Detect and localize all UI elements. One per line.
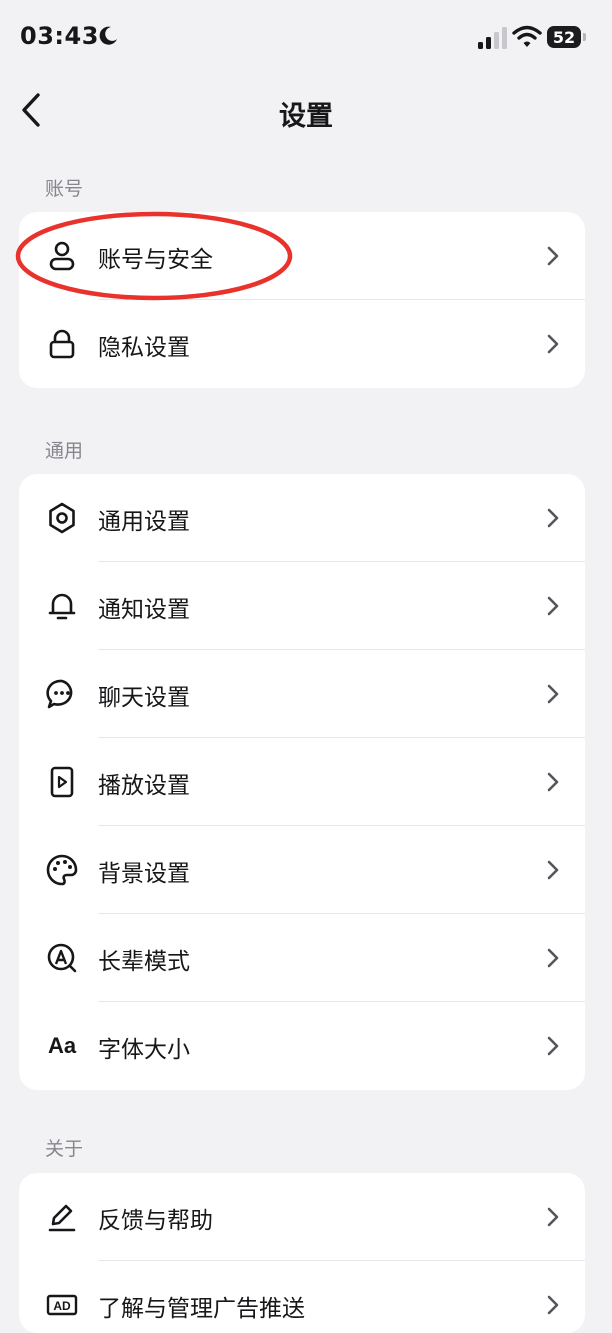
settings-item-label: 背景设置 — [98, 861, 190, 887]
section-header-general: 通用 — [45, 440, 84, 462]
wifi-icon — [512, 25, 542, 47]
about-card: 反馈与帮助 AD 了解与管理广告推送 — [19, 1173, 585, 1333]
settings-item-label: 通知设置 — [98, 597, 190, 623]
chevron-right-icon — [547, 596, 559, 616]
ad-icon: AD — [46, 1294, 78, 1316]
ad-icon-text: AD — [53, 1299, 71, 1313]
settings-item-label: 通用设置 — [98, 509, 190, 535]
battery-level: 52 — [547, 26, 581, 48]
person-icon — [49, 241, 75, 271]
page-title: 设置 — [279, 101, 333, 132]
chevron-right-icon — [547, 684, 559, 704]
settings-item-feedback[interactable]: 反馈与帮助 — [19, 1173, 585, 1261]
settings-item-elder-mode[interactable]: 长辈模式 — [19, 914, 585, 1002]
settings-item-label: 反馈与帮助 — [98, 1208, 213, 1234]
settings-item-general[interactable]: 通用设置 — [19, 474, 585, 562]
section-header-about: 关于 — [45, 1138, 84, 1160]
play-icon — [50, 766, 74, 798]
bell-icon — [48, 593, 76, 620]
settings-item-label: 账号与安全 — [98, 247, 213, 273]
settings-item-background[interactable]: 背景设置 — [19, 826, 585, 914]
nav-bar: 设置 — [0, 76, 612, 146]
status-time: 03:43 — [20, 22, 99, 50]
battery-tip — [583, 33, 586, 41]
status-bar: 03:43 52 — [0, 0, 612, 76]
chevron-right-icon — [547, 860, 559, 880]
gear-icon — [49, 502, 75, 534]
settings-item-notification[interactable]: 通知设置 — [19, 562, 585, 650]
chevron-right-icon — [547, 334, 559, 354]
chevron-right-icon — [547, 1207, 559, 1227]
general-card: 通用设置 通知设置 聊天设置 播放设置 背景设置 长辈模式 Aa 字体大小 — [19, 474, 585, 1090]
account-card: 账号与安全 隐私设置 — [19, 212, 585, 388]
font-size-icon: Aa — [47, 1033, 77, 1058]
settings-item-privacy[interactable]: 隐私设置 — [19, 300, 585, 388]
battery-indicator: 52 — [547, 26, 587, 48]
settings-item-label: 长辈模式 — [98, 949, 190, 975]
palette-icon — [46, 854, 78, 886]
settings-item-label: 字体大小 — [98, 1037, 190, 1063]
chevron-right-icon — [547, 772, 559, 792]
section-header-account: 账号 — [45, 178, 84, 200]
chevron-right-icon — [547, 1036, 559, 1056]
chevron-right-icon — [547, 246, 559, 266]
settings-item-label: 聊天设置 — [98, 685, 190, 711]
settings-item-chat[interactable]: 聊天设置 — [19, 650, 585, 738]
moon-icon — [99, 26, 117, 45]
elder-mode-icon — [47, 943, 77, 973]
signal-icon — [478, 27, 507, 49]
settings-item-ad-management[interactable]: AD 了解与管理广告推送 — [19, 1261, 585, 1333]
pencil-icon — [48, 1204, 76, 1232]
chevron-right-icon — [547, 508, 559, 528]
settings-item-playback[interactable]: 播放设置 — [19, 738, 585, 826]
settings-item-label: 播放设置 — [98, 773, 190, 799]
settings-item-font-size[interactable]: Aa 字体大小 — [19, 1002, 585, 1090]
settings-item-label: 隐私设置 — [98, 335, 190, 361]
lock-icon — [49, 329, 75, 359]
chevron-right-icon — [547, 1295, 559, 1315]
settings-item-account-security[interactable]: 账号与安全 — [19, 212, 585, 300]
chevron-right-icon — [547, 948, 559, 968]
chat-bubble-icon — [46, 679, 73, 709]
